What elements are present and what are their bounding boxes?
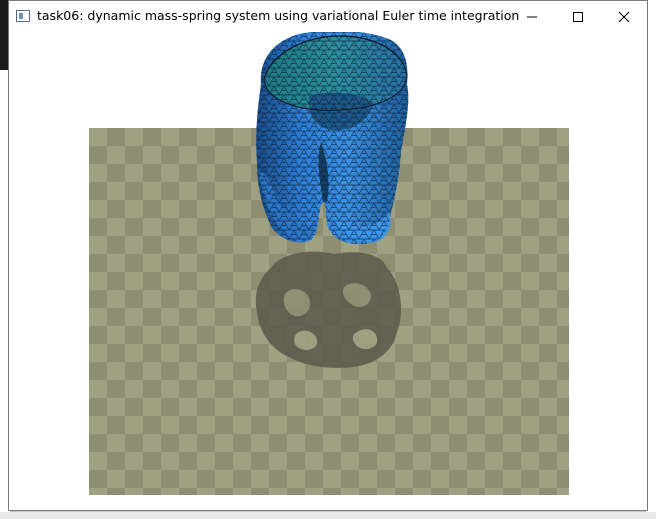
gl-viewport[interactable] [9, 32, 647, 510]
title-bar[interactable]: task06: dynamic mass-spring system using… [9, 1, 647, 32]
minimize-icon [527, 16, 537, 17]
close-icon [618, 11, 630, 22]
close-button[interactable] [601, 1, 647, 32]
maximize-button[interactable] [555, 1, 601, 32]
mesh-shadow [255, 251, 402, 368]
maximize-icon [573, 11, 583, 22]
cloth-mesh [256, 32, 409, 244]
scene-render [255, 32, 409, 368]
app-window: task06: dynamic mass-spring system using… [8, 0, 648, 511]
desktop-background-bottom [0, 512, 656, 519]
minimize-button[interactable] [509, 1, 555, 32]
window-title: task06: dynamic mass-spring system using… [37, 8, 520, 23]
app-icon [16, 10, 30, 22]
